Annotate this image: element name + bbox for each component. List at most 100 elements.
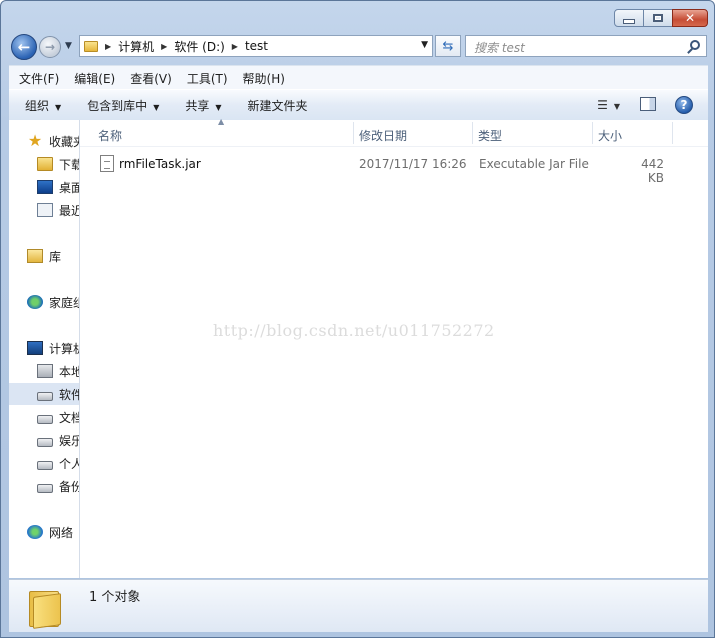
share-button[interactable]: 共享 ▼ [175,97,231,114]
file-size: 442 KB [641,157,664,185]
view-list-icon: ☰ [597,98,608,112]
change-view-button[interactable]: ☰ ▼ [597,98,620,112]
homegroup-icon [27,295,43,309]
column-header-date[interactable]: 修改日期 [359,127,407,144]
local-disk-icon [37,364,53,378]
organize-label: 组织 [25,98,50,113]
title-bar[interactable]: ✕ [1,1,714,31]
nav-drive-backup[interactable]: 备份 (H:) [37,475,79,497]
nav-drive-software-label: 软件 (D:) [59,387,79,402]
nav-libraries[interactable]: 库 [27,245,79,267]
breadcrumb-folder[interactable]: test [245,39,268,53]
folder-icon [29,585,63,629]
column-divider[interactable] [592,122,593,144]
include-library-button[interactable]: 包含到库中 ▼ [77,97,169,114]
nav-network[interactable]: 网络 [27,521,79,543]
nav-drive-docs-label: 文档 (E:) [59,410,79,425]
chevron-right-icon[interactable]: ▶ [105,42,111,51]
drive-icon [37,483,53,493]
search-placeholder: 搜索 test [474,41,525,55]
file-row[interactable]: rmFileTask.jar 2017/11/17 16:26 Executab… [92,154,692,185]
nav-drive-personal[interactable]: 个人 (G:) [37,452,79,474]
search-input[interactable]: 搜索 test [465,35,707,57]
file-name: rmFileTask.jar [119,157,201,171]
close-button[interactable]: ✕ [672,9,708,27]
minimize-icon [623,18,635,24]
jar-file-icon [100,155,114,172]
recent-places-icon [37,203,53,217]
back-button[interactable]: ← [11,34,37,60]
column-divider[interactable] [353,122,354,144]
chevron-down-icon: ▼ [613,102,620,111]
caption-buttons: ✕ [614,9,708,27]
refresh-icon: ⇆ [442,38,454,54]
address-bar[interactable]: ▶ 计算机 ▶ 软件 (D:) ▶ test ▼ [79,35,433,57]
chevron-right-icon[interactable]: ▶ [232,42,238,51]
nav-drive-docs[interactable]: 文档 (E:) [37,406,79,428]
watermark: http://blog.csdn.net/u011752272 [213,321,495,340]
column-header-size[interactable]: 大小 [598,127,622,144]
nav-homegroup[interactable]: 家庭组 [27,291,79,313]
minimize-button[interactable] [614,9,644,27]
menu-help[interactable]: 帮助(H) [238,70,290,87]
nav-homegroup-label: 家庭组 [49,295,79,310]
file-date: 2017/11/17 16:26 [359,157,467,171]
item-count: 1 个对象 [89,590,141,605]
help-icon[interactable]: ? [675,96,693,114]
chevron-down-icon[interactable]: ▼ [421,40,428,50]
drive-icon [37,414,53,424]
menu-view[interactable]: 查看(V) [125,70,177,87]
nav-drive-ent[interactable]: 娱乐 (F:) [37,429,79,451]
column-header-name[interactable]: 名称 [98,127,122,144]
organize-button[interactable]: 组织 ▼ [15,97,71,114]
nav-computer[interactable]: 计算机 [27,337,79,359]
menu-edit[interactable]: 编辑(E) [69,70,120,87]
navigation-bar: ← → ▼ ▶ 计算机 ▶ 软件 (D:) ▶ test ▼ ⇆ 搜索 test [9,33,709,61]
close-icon: ✕ [684,11,696,25]
details-pane: 1 个对象 [9,579,708,632]
nav-recent[interactable]: 最近访问的位置 [37,199,79,221]
drive-icon [37,391,53,401]
folder-icon [84,40,98,52]
nav-drive-personal-label: 个人 (G:) [59,456,79,471]
column-divider[interactable] [672,122,673,144]
back-arrow-icon: ← [17,38,31,56]
preview-pane-icon[interactable] [640,97,656,111]
share-label: 共享 [185,98,210,113]
command-bar: 组织 ▼ 包含到库中 ▼ 共享 ▼ 新建文件夹 ☰ ▼ ? [9,89,708,121]
nav-computer-label: 计算机 [49,341,79,356]
new-folder-button[interactable]: 新建文件夹 [238,97,318,114]
drive-icon [37,437,53,447]
chevron-down-icon: ▼ [215,102,222,112]
forward-button[interactable]: → [39,36,61,58]
nav-local-disk-label: 本地磁盘 (C:) [59,364,79,379]
menu-tools[interactable]: 工具(T) [182,70,233,87]
column-divider[interactable] [472,122,473,144]
drive-icon [37,460,53,470]
nav-desktop[interactable]: 桌面 [37,176,79,198]
nav-libraries-label: 库 [49,249,62,264]
file-list[interactable]: ▲ 名称 修改日期 类型 大小 rmFileTask.jar 2017/11/1… [80,117,708,578]
computer-icon [27,341,43,355]
nav-downloads-label: 下载 [59,157,79,172]
forward-arrow-icon: → [44,40,56,54]
breadcrumb-computer[interactable]: 计算机 [118,38,154,55]
nav-favorites[interactable]: ★ 收藏夹 [27,130,79,152]
nav-network-label: 网络 [49,525,74,540]
chevron-right-icon[interactable]: ▶ [161,42,167,51]
maximize-button[interactable] [643,9,673,27]
navigation-pane[interactable]: ★ 收藏夹 下载 桌面 最近访问的位置 库 家庭组 计算机 本地磁盘 (C:) 软… [9,120,80,578]
search-icon[interactable] [690,40,700,50]
libraries-icon [27,249,43,263]
nav-drive-backup-label: 备份 (H:) [59,479,79,494]
menu-file[interactable]: 文件(F) [14,70,64,87]
recent-pages-dropdown[interactable]: ▼ [65,41,75,51]
nav-local-disk[interactable]: 本地磁盘 (C:) [37,360,79,382]
breadcrumb-drive[interactable]: 软件 (D:) [174,38,224,55]
column-header-type[interactable]: 类型 [478,127,502,144]
downloads-folder-icon [37,157,53,171]
star-icon: ★ [27,131,43,150]
nav-downloads[interactable]: 下载 [37,153,79,175]
refresh-button[interactable]: ⇆ [435,35,461,57]
nav-drive-software[interactable]: 软件 (D:) [9,383,79,405]
